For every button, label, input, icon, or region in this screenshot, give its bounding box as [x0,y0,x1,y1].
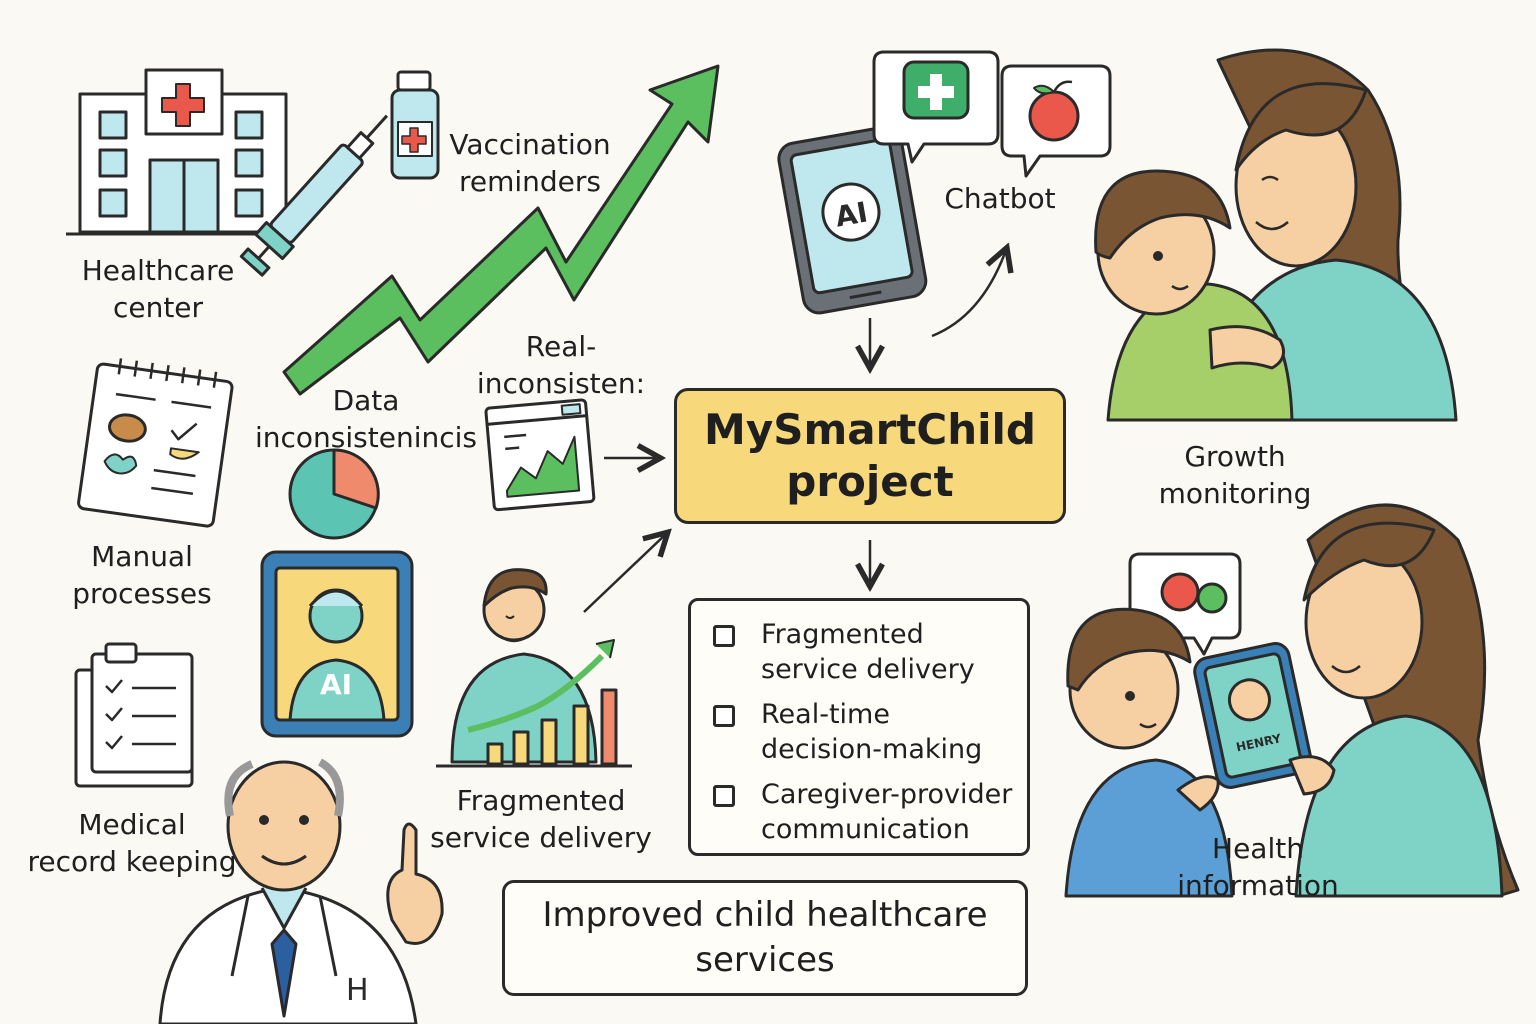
label-line: Real- [525,330,597,363]
chat-bubble-medical-icon [872,50,1000,164]
doctor-illustration: H [158,758,444,1024]
project-title-line: project [786,457,954,506]
label-data-inconsistencies: Data inconsistenincis [252,382,480,456]
outcome-text: services [695,940,835,980]
label-line: information [1177,869,1339,902]
person-with-bar-chart-icon [436,568,632,768]
checkbox [713,705,735,727]
label-line: Chatbot [944,182,1056,215]
checklist-text: Real-time [761,699,890,730]
arrow-person-to-project [583,534,666,613]
label-line: Manual [91,540,193,573]
label-line: inconsistenincis [255,421,477,454]
label-vaccination-reminders: Vaccination reminders [440,126,620,200]
checklist-item: Caregiver-provider communication [713,777,1017,847]
label-line: Medical [78,808,186,841]
label-line: processes [72,577,212,610]
label-health-information: Health information [1160,830,1356,904]
vial-icon [390,70,440,180]
label-fragmented-service-delivery: Fragmented service delivery [430,782,652,856]
label-line: Fragmented [456,784,626,817]
outcome-checklist: Fragmented service delivery Real-time de… [688,598,1030,856]
arrow-to-chatbot [931,250,1006,338]
label-chatbot: Chatbot [930,180,1070,217]
chat-bubble-apple-icon [1000,64,1112,178]
label-line: Growth [1184,440,1286,473]
label-line: Health [1212,832,1304,865]
notebook-icon [77,358,234,528]
label-manual-processes: Manual processes [52,538,232,612]
mother-and-child-illustration [1094,48,1458,422]
label-line: record keeping [27,845,237,878]
label-line: Vaccination [449,128,611,161]
checklist-item: Real-time decision-making [713,697,1017,767]
checkbox [713,785,735,807]
ai-tablet-icon: AI [260,550,414,738]
label-medical-record-keeping: Medical record keeping [20,806,244,880]
label-healthcare-center: Healthcare center [58,252,258,326]
checklist-text: Caregiver-provider [761,779,1013,810]
improved-healthcare-box: Improved child healthcare services [502,880,1028,996]
label-growth-monitoring: Growth monitoring [1140,438,1330,512]
svg-text:H: H [346,973,369,1008]
label-line: monitoring [1158,477,1312,510]
checklist-item: Fragmented service delivery [713,617,1017,687]
project-title-line: MySmartChild [704,405,1036,454]
checklist-text: Fragmented [761,619,924,650]
pie-chart-icon [288,448,380,540]
label-real-inconsistent: Real- inconsisten: [476,328,646,402]
label-line: Healthcare [81,254,235,287]
label-line: Data [332,384,400,417]
label-line: center [112,291,204,324]
label-line: reminders [458,165,602,198]
label-line: inconsisten: [476,367,646,400]
label-line: service delivery [430,821,652,854]
ai-phone-text: AI [833,196,870,234]
checkbox [713,625,735,647]
mysmartchild-project-box: MySmartChild project [674,388,1066,524]
hospital-icon [66,68,300,236]
ai-phone-icon: AI [777,125,928,315]
checklist-text: communication [761,814,970,845]
chart-window-icon [484,398,596,512]
checklist-text: service delivery [761,654,975,685]
checklist-document-icon [74,642,194,788]
ai-tablet-text: AI [320,668,352,701]
checklist-text: decision-making [761,734,983,765]
outcome-text: Improved child healthcare [542,895,988,935]
